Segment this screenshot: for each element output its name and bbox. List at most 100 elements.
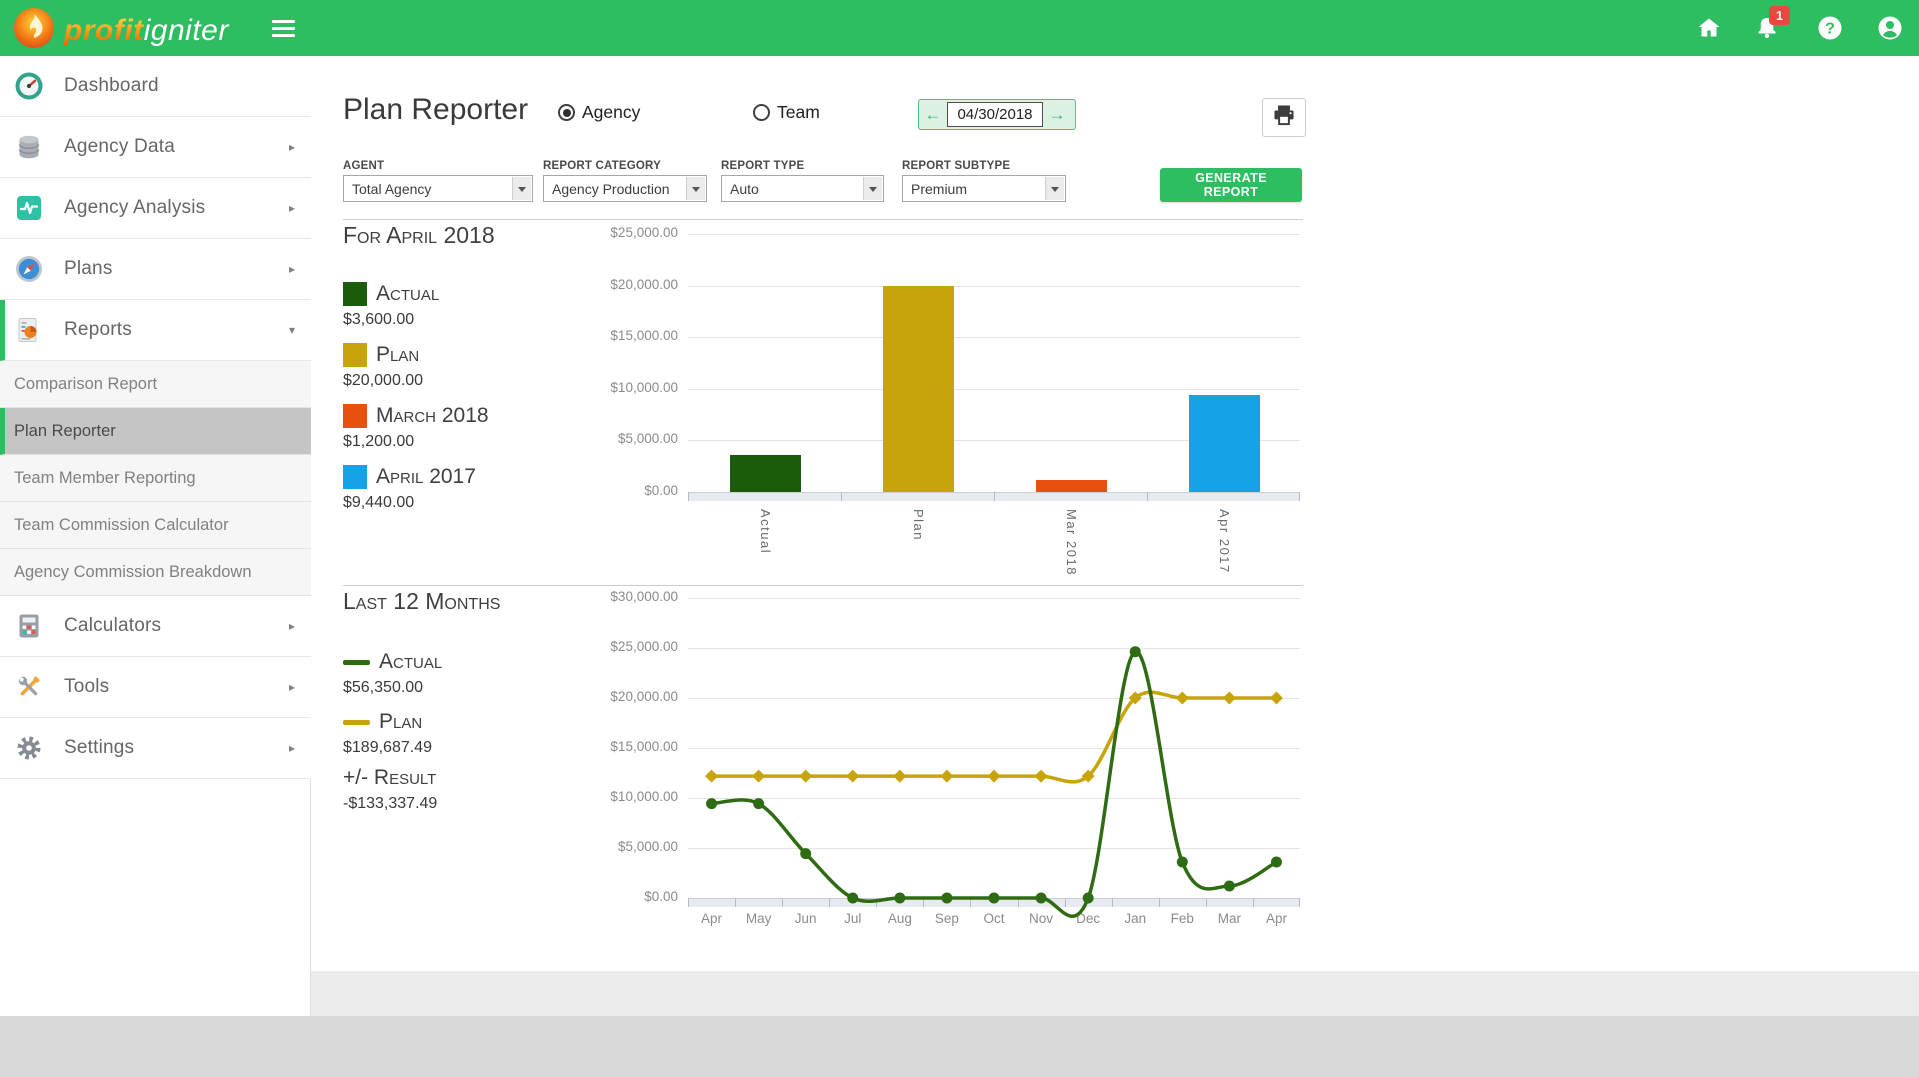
sidebar-item-calculators[interactable]: Calculators ▸ <box>0 596 311 657</box>
home-icon[interactable] <box>1695 14 1723 42</box>
chevron-right-icon: ▸ <box>289 741 295 755</box>
legend-line-swatch <box>343 720 370 725</box>
line-x-axis-label: Feb <box>1159 911 1205 926</box>
legend-label: Actual <box>379 650 442 674</box>
subitem-label: Comparison Report <box>14 375 157 394</box>
legend-value: $20,000.00 <box>343 372 423 390</box>
bar-gridline <box>688 234 1300 235</box>
subitem-label: Plan Reporter <box>14 422 116 441</box>
sidebar-item-dashboard[interactable]: Dashboard <box>0 56 311 117</box>
circle-marker-actual <box>1224 881 1235 892</box>
legend-value: $1,200.00 <box>343 433 489 451</box>
line-x-axis-label: May <box>736 911 782 926</box>
chevron-down-icon <box>686 177 705 200</box>
report-subtype-select[interactable]: Premium <box>902 175 1066 202</box>
bar-axis-tick <box>1299 492 1300 501</box>
line-axis-tick <box>829 898 830 907</box>
legend-swatch <box>343 404 367 428</box>
database-icon <box>14 132 44 162</box>
calculator-icon <box>14 611 44 641</box>
chevron-right-icon: ▸ <box>289 140 295 154</box>
sidebar-item-label: Tools <box>64 676 109 698</box>
sidebar-item-agency-data[interactable]: Agency Data ▸ <box>0 117 311 178</box>
sidebar-subitem-comparison-report[interactable]: Comparison Report <box>0 361 311 408</box>
report-type-select[interactable]: Auto <box>721 175 884 202</box>
line-y-axis-label: $30,000.00 <box>550 589 678 604</box>
sidebar-item-label: Dashboard <box>64 75 159 97</box>
line-x-axis-label: Aug <box>877 911 923 926</box>
line-x-axis-label: Nov <box>1018 911 1064 926</box>
sidebar-item-label: Reports <box>64 319 132 341</box>
line-chart-title: Last 12 Months <box>343 588 500 615</box>
account-icon[interactable] <box>1876 14 1904 42</box>
print-button[interactable] <box>1262 98 1306 137</box>
help-icon[interactable]: ? <box>1816 14 1844 42</box>
next-date-arrow-icon[interactable]: → <box>1043 105 1071 125</box>
chevron-right-icon: ▸ <box>289 262 295 276</box>
line-y-axis-label: $25,000.00 <box>550 639 678 654</box>
chevron-right-icon: ▸ <box>289 680 295 694</box>
chevron-down-icon <box>863 177 882 200</box>
line-x-axis-label: Apr <box>1253 911 1299 926</box>
line-y-axis-label: $20,000.00 <box>550 689 678 704</box>
line-y-axis-label: $0.00 <box>550 889 678 904</box>
sidebar-item-agency-analysis[interactable]: Agency Analysis ▸ <box>0 178 311 239</box>
sidebar-item-tools[interactable]: Tools ▸ <box>0 657 311 718</box>
sidebar-item-plans[interactable]: Plans ▸ <box>0 239 311 300</box>
svg-text:?: ? <box>1825 21 1835 38</box>
report-category-select[interactable]: Agency Production <box>543 175 707 202</box>
sidebar-subitem-team-commission-calculator[interactable]: Team Commission Calculator <box>0 502 311 549</box>
bar-axis-tick <box>994 492 995 501</box>
section-divider <box>343 585 1303 586</box>
hamburger-menu-icon[interactable] <box>272 20 295 37</box>
brand-profit: profit <box>64 14 144 47</box>
chevron-right-icon: ▸ <box>289 619 295 633</box>
line-x-axis-label: Apr <box>689 911 735 926</box>
bar-gridline <box>688 337 1300 338</box>
line-series-plan <box>712 692 1277 782</box>
line-x-axis-label: Mar <box>1206 911 1252 926</box>
sidebar-item-settings[interactable]: Settings ▸ <box>0 718 311 779</box>
legend-label: Plan <box>376 343 419 367</box>
sidebar-subitem-team-member-reporting[interactable]: Team Member Reporting <box>0 455 311 502</box>
sidebar-subitem-agency-commission-breakdown[interactable]: Agency Commission Breakdown <box>0 549 311 596</box>
bar-apr-2017 <box>1189 395 1260 492</box>
diamond-marker-plan <box>799 770 812 783</box>
content-bottom-band <box>311 971 1919 1016</box>
report-category-label: REPORT CATEGORY <box>543 160 661 172</box>
legend-label: Actual <box>376 282 439 306</box>
line-axis-tick <box>688 898 689 907</box>
bar-gridline <box>688 389 1300 390</box>
agency-radio[interactable]: Agency <box>558 102 640 123</box>
legend-value: $9,440.00 <box>343 494 476 512</box>
team-radio[interactable]: Team <box>753 102 820 123</box>
pulse-chart-icon <box>14 193 44 223</box>
subitem-label: Agency Commission Breakdown <box>14 563 252 582</box>
brand-logo[interactable]: profitigniter <box>12 6 229 55</box>
circle-marker-actual <box>989 893 1000 904</box>
legend-item-result: +/- Result -$133,337.49 <box>343 766 437 813</box>
date-input[interactable] <box>947 102 1043 127</box>
prev-date-arrow-icon[interactable]: ← <box>919 105 947 125</box>
agent-select[interactable]: Total Agency <box>343 175 533 202</box>
legend-item-april-2017: April 2017 $9,440.00 <box>343 465 476 512</box>
wrench-screwdriver-icon <box>14 672 44 702</box>
legend-label: +/- Result <box>343 766 436 790</box>
chevron-down-icon <box>1045 177 1064 200</box>
diamond-marker-plan <box>1270 691 1283 704</box>
sidebar-item-reports[interactable]: Reports ▾ <box>0 300 311 361</box>
sidebar-subitem-plan-reporter[interactable]: Plan Reporter <box>0 408 311 455</box>
gauge-icon <box>14 71 44 101</box>
diamond-marker-plan <box>1035 770 1048 783</box>
sidebar-item-label: Plans <box>64 258 113 280</box>
diamond-marker-plan <box>893 770 906 783</box>
generate-report-button[interactable]: GENERATE REPORT <box>1160 168 1302 202</box>
legend-swatch <box>343 465 367 489</box>
legend-item-actual: Actual $3,600.00 <box>343 282 439 329</box>
line-axis-tick <box>1299 898 1300 907</box>
sidebar-item-label: Agency Analysis <box>64 197 205 219</box>
radio-unchecked-icon <box>753 104 770 121</box>
line-chart-canvas <box>688 598 1300 898</box>
diamond-marker-plan <box>987 770 1000 783</box>
legend-value: $56,350.00 <box>343 679 442 697</box>
